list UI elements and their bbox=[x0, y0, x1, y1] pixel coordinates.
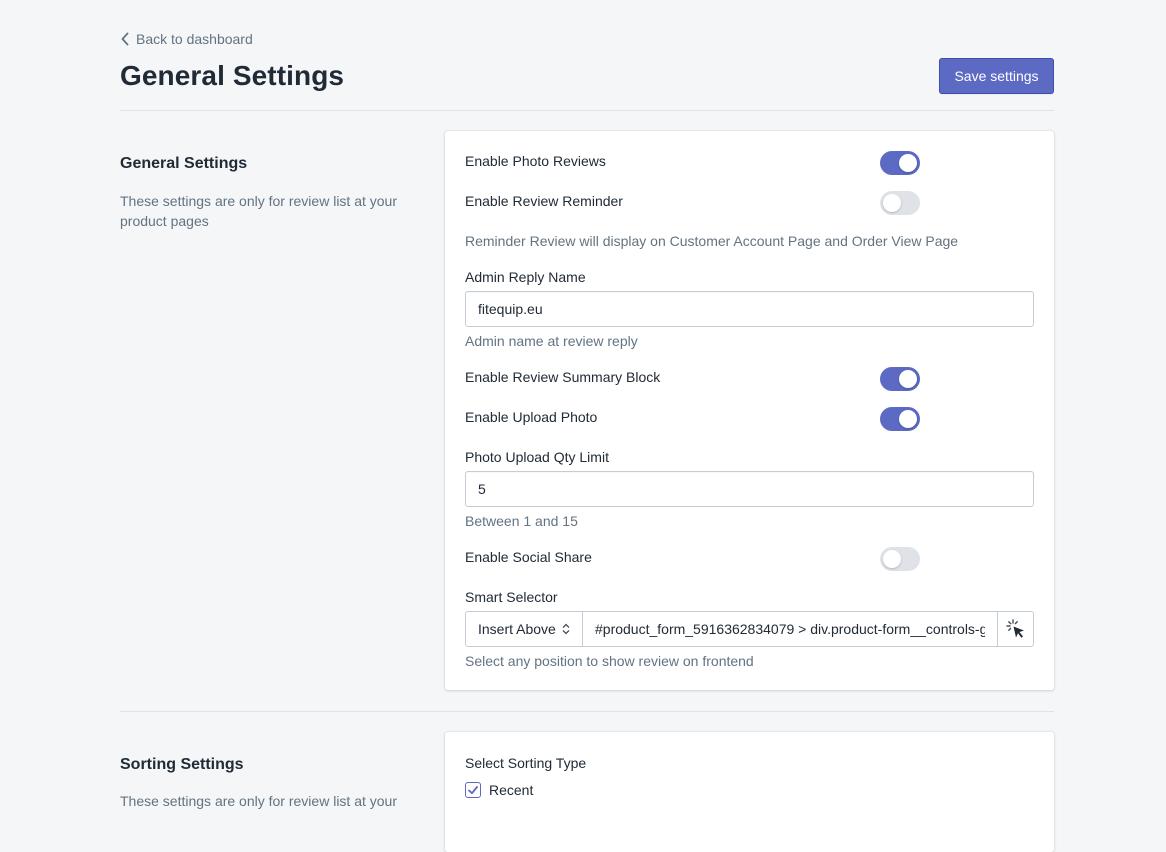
admin-reply-name-label: Admin Reply Name bbox=[465, 269, 586, 285]
save-settings-button[interactable]: Save settings bbox=[939, 58, 1054, 94]
social-share-toggle[interactable] bbox=[880, 547, 920, 571]
photo-reviews-toggle[interactable] bbox=[880, 151, 920, 175]
back-link-label: Back to dashboard bbox=[136, 31, 253, 47]
reminder-help-text: Reminder Review will display on Customer… bbox=[465, 233, 959, 249]
cursor-click-icon bbox=[1005, 619, 1024, 638]
smart-selector-group: Insert Above bbox=[465, 611, 1034, 647]
social-share-label: Enable Social Share bbox=[465, 549, 592, 565]
review-reminder-label: Enable Review Reminder bbox=[465, 193, 623, 209]
smart-selector-input[interactable] bbox=[583, 611, 997, 647]
general-settings-card: Enable Photo Reviews Enable Review Remin… bbox=[445, 131, 1054, 690]
general-section-description: These settings are only for review list … bbox=[120, 193, 398, 229]
upload-photo-label: Enable Upload Photo bbox=[465, 409, 598, 425]
photo-qty-limit-help: Between 1 and 15 bbox=[465, 513, 578, 529]
general-section-title: General Settings bbox=[120, 155, 248, 172]
page-title: General Settings bbox=[120, 60, 345, 91]
admin-reply-name-input[interactable] bbox=[465, 291, 1034, 327]
photo-reviews-label: Enable Photo Reviews bbox=[465, 153, 606, 169]
toggle-knob bbox=[899, 154, 917, 172]
toggle-knob bbox=[883, 550, 901, 568]
header-divider bbox=[120, 110, 1054, 111]
select-arrows-icon bbox=[562, 623, 570, 635]
back-to-dashboard-link[interactable]: Back to dashboard bbox=[120, 31, 253, 47]
sorting-option-recent[interactable]: Recent bbox=[465, 782, 533, 798]
smart-selector-label: Smart Selector bbox=[465, 589, 558, 605]
sorting-settings-card: Select Sorting Type Recent bbox=[445, 732, 1054, 852]
review-reminder-toggle[interactable] bbox=[880, 191, 920, 215]
element-picker-button[interactable] bbox=[997, 611, 1034, 647]
sorting-option-label: Recent bbox=[489, 782, 534, 798]
checkmark-icon bbox=[468, 786, 478, 795]
summary-block-toggle[interactable] bbox=[880, 367, 920, 391]
sorting-type-label: Select Sorting Type bbox=[465, 755, 587, 771]
sorting-section-description: These settings are only for review list … bbox=[120, 793, 398, 809]
position-select[interactable]: Insert Above bbox=[465, 611, 583, 647]
checkbox[interactable] bbox=[465, 782, 481, 798]
upload-photo-toggle[interactable] bbox=[880, 407, 920, 431]
toggle-knob bbox=[899, 410, 917, 428]
sorting-section-title: Sorting Settings bbox=[120, 756, 244, 773]
summary-block-label: Enable Review Summary Block bbox=[465, 369, 661, 385]
photo-qty-limit-input[interactable] bbox=[465, 471, 1034, 507]
admin-reply-name-help: Admin name at review reply bbox=[465, 333, 638, 349]
toggle-knob bbox=[899, 370, 917, 388]
chevron-left-icon bbox=[121, 32, 129, 46]
section-divider bbox=[120, 711, 1054, 712]
toggle-knob bbox=[883, 194, 901, 212]
photo-qty-limit-label: Photo Upload Qty Limit bbox=[465, 449, 609, 465]
smart-selector-help: Select any position to show review on fr… bbox=[465, 653, 754, 669]
position-select-value: Insert Above bbox=[478, 621, 556, 637]
